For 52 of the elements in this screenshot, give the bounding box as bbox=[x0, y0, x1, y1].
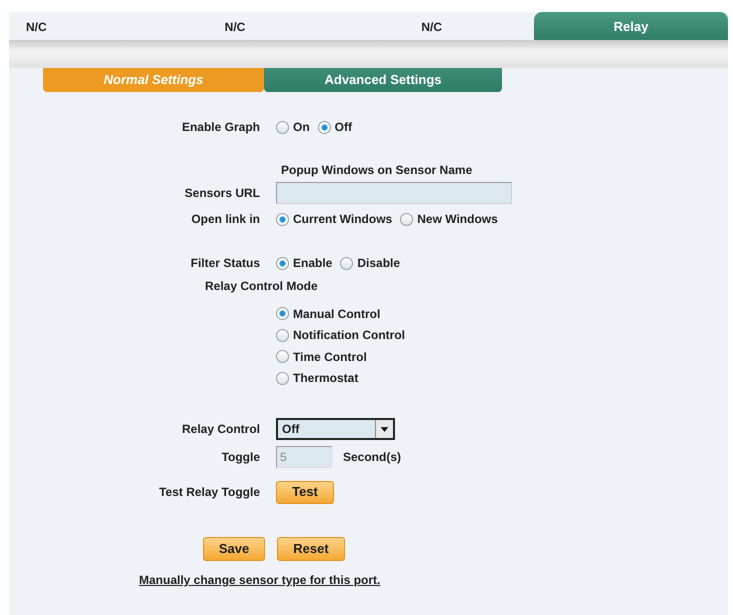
radio-option[interactable]: On bbox=[276, 118, 310, 136]
section-heading: Relay Control Mode bbox=[205, 278, 318, 295]
radio-label: Notification Control bbox=[293, 327, 405, 344]
port-tab[interactable]: N/C bbox=[224, 12, 246, 40]
section-heading: Popup Windows on Sensor Name bbox=[281, 162, 472, 179]
radio-button[interactable] bbox=[276, 328, 289, 342]
radio-button[interactable] bbox=[276, 372, 289, 385]
radio-option[interactable]: Manual Control bbox=[276, 304, 380, 323]
relay-control-select[interactable]: Off bbox=[276, 418, 395, 440]
radio-option[interactable]: Enable bbox=[276, 254, 332, 272]
port-tab[interactable]: N/C bbox=[26, 12, 47, 40]
port-tab[interactable]: Relay bbox=[534, 12, 728, 40]
radio-option[interactable]: Off bbox=[318, 118, 352, 136]
field-label: Test Relay Toggle bbox=[159, 484, 260, 501]
settings-tab[interactable]: Advanced Settings bbox=[264, 68, 502, 92]
radio-option[interactable]: Notification Control bbox=[276, 326, 405, 344]
radio-option[interactable]: Current Windows bbox=[276, 210, 392, 228]
radio-button[interactable] bbox=[340, 256, 354, 270]
radio-option[interactable]: Thermostat bbox=[276, 369, 358, 388]
radio-button[interactable] bbox=[276, 307, 289, 320]
radio-label: Manual Control bbox=[293, 306, 380, 323]
radio-button[interactable] bbox=[318, 120, 331, 134]
reset-button[interactable]: Reset bbox=[277, 537, 345, 561]
test-button[interactable]: Test bbox=[276, 480, 334, 504]
radio-label: Enable bbox=[293, 255, 332, 272]
radio-label: Disable bbox=[357, 255, 400, 272]
field-label: Open link in bbox=[191, 211, 260, 228]
field-label: Toggle bbox=[222, 449, 260, 466]
radio-button[interactable] bbox=[276, 256, 289, 270]
radio-option[interactable]: New Windows bbox=[400, 210, 498, 228]
radio-label: On bbox=[293, 119, 310, 136]
unit-label: Second(s) bbox=[343, 449, 402, 466]
field-label: Sensors URL bbox=[184, 185, 260, 202]
sensor-type-link[interactable]: Manually change sensor type for this port. bbox=[139, 571, 380, 589]
radio-label: Off bbox=[334, 119, 352, 136]
save-button[interactable]: Save bbox=[203, 537, 265, 561]
radio-option[interactable]: Disable bbox=[340, 254, 400, 272]
radio-button[interactable] bbox=[276, 212, 289, 226]
radio-button[interactable] bbox=[276, 120, 289, 134]
radio-button[interactable] bbox=[400, 212, 414, 226]
field-label: Relay Control bbox=[182, 421, 260, 438]
url-field[interactable] bbox=[276, 182, 512, 204]
dropdown-caret-icon bbox=[375, 420, 393, 438]
port-tab[interactable]: N/C bbox=[421, 12, 442, 40]
radio-label: New Windows bbox=[417, 211, 498, 228]
radio-button[interactable] bbox=[276, 350, 289, 364]
radio-label: Current Windows bbox=[293, 211, 392, 228]
radio-option[interactable]: Time Control bbox=[276, 348, 367, 366]
radio-label: Time Control bbox=[293, 348, 367, 366]
field-label: Enable Graph bbox=[182, 119, 260, 136]
radio-label: Thermostat bbox=[293, 370, 358, 388]
field-label: Filter Status bbox=[190, 255, 260, 272]
